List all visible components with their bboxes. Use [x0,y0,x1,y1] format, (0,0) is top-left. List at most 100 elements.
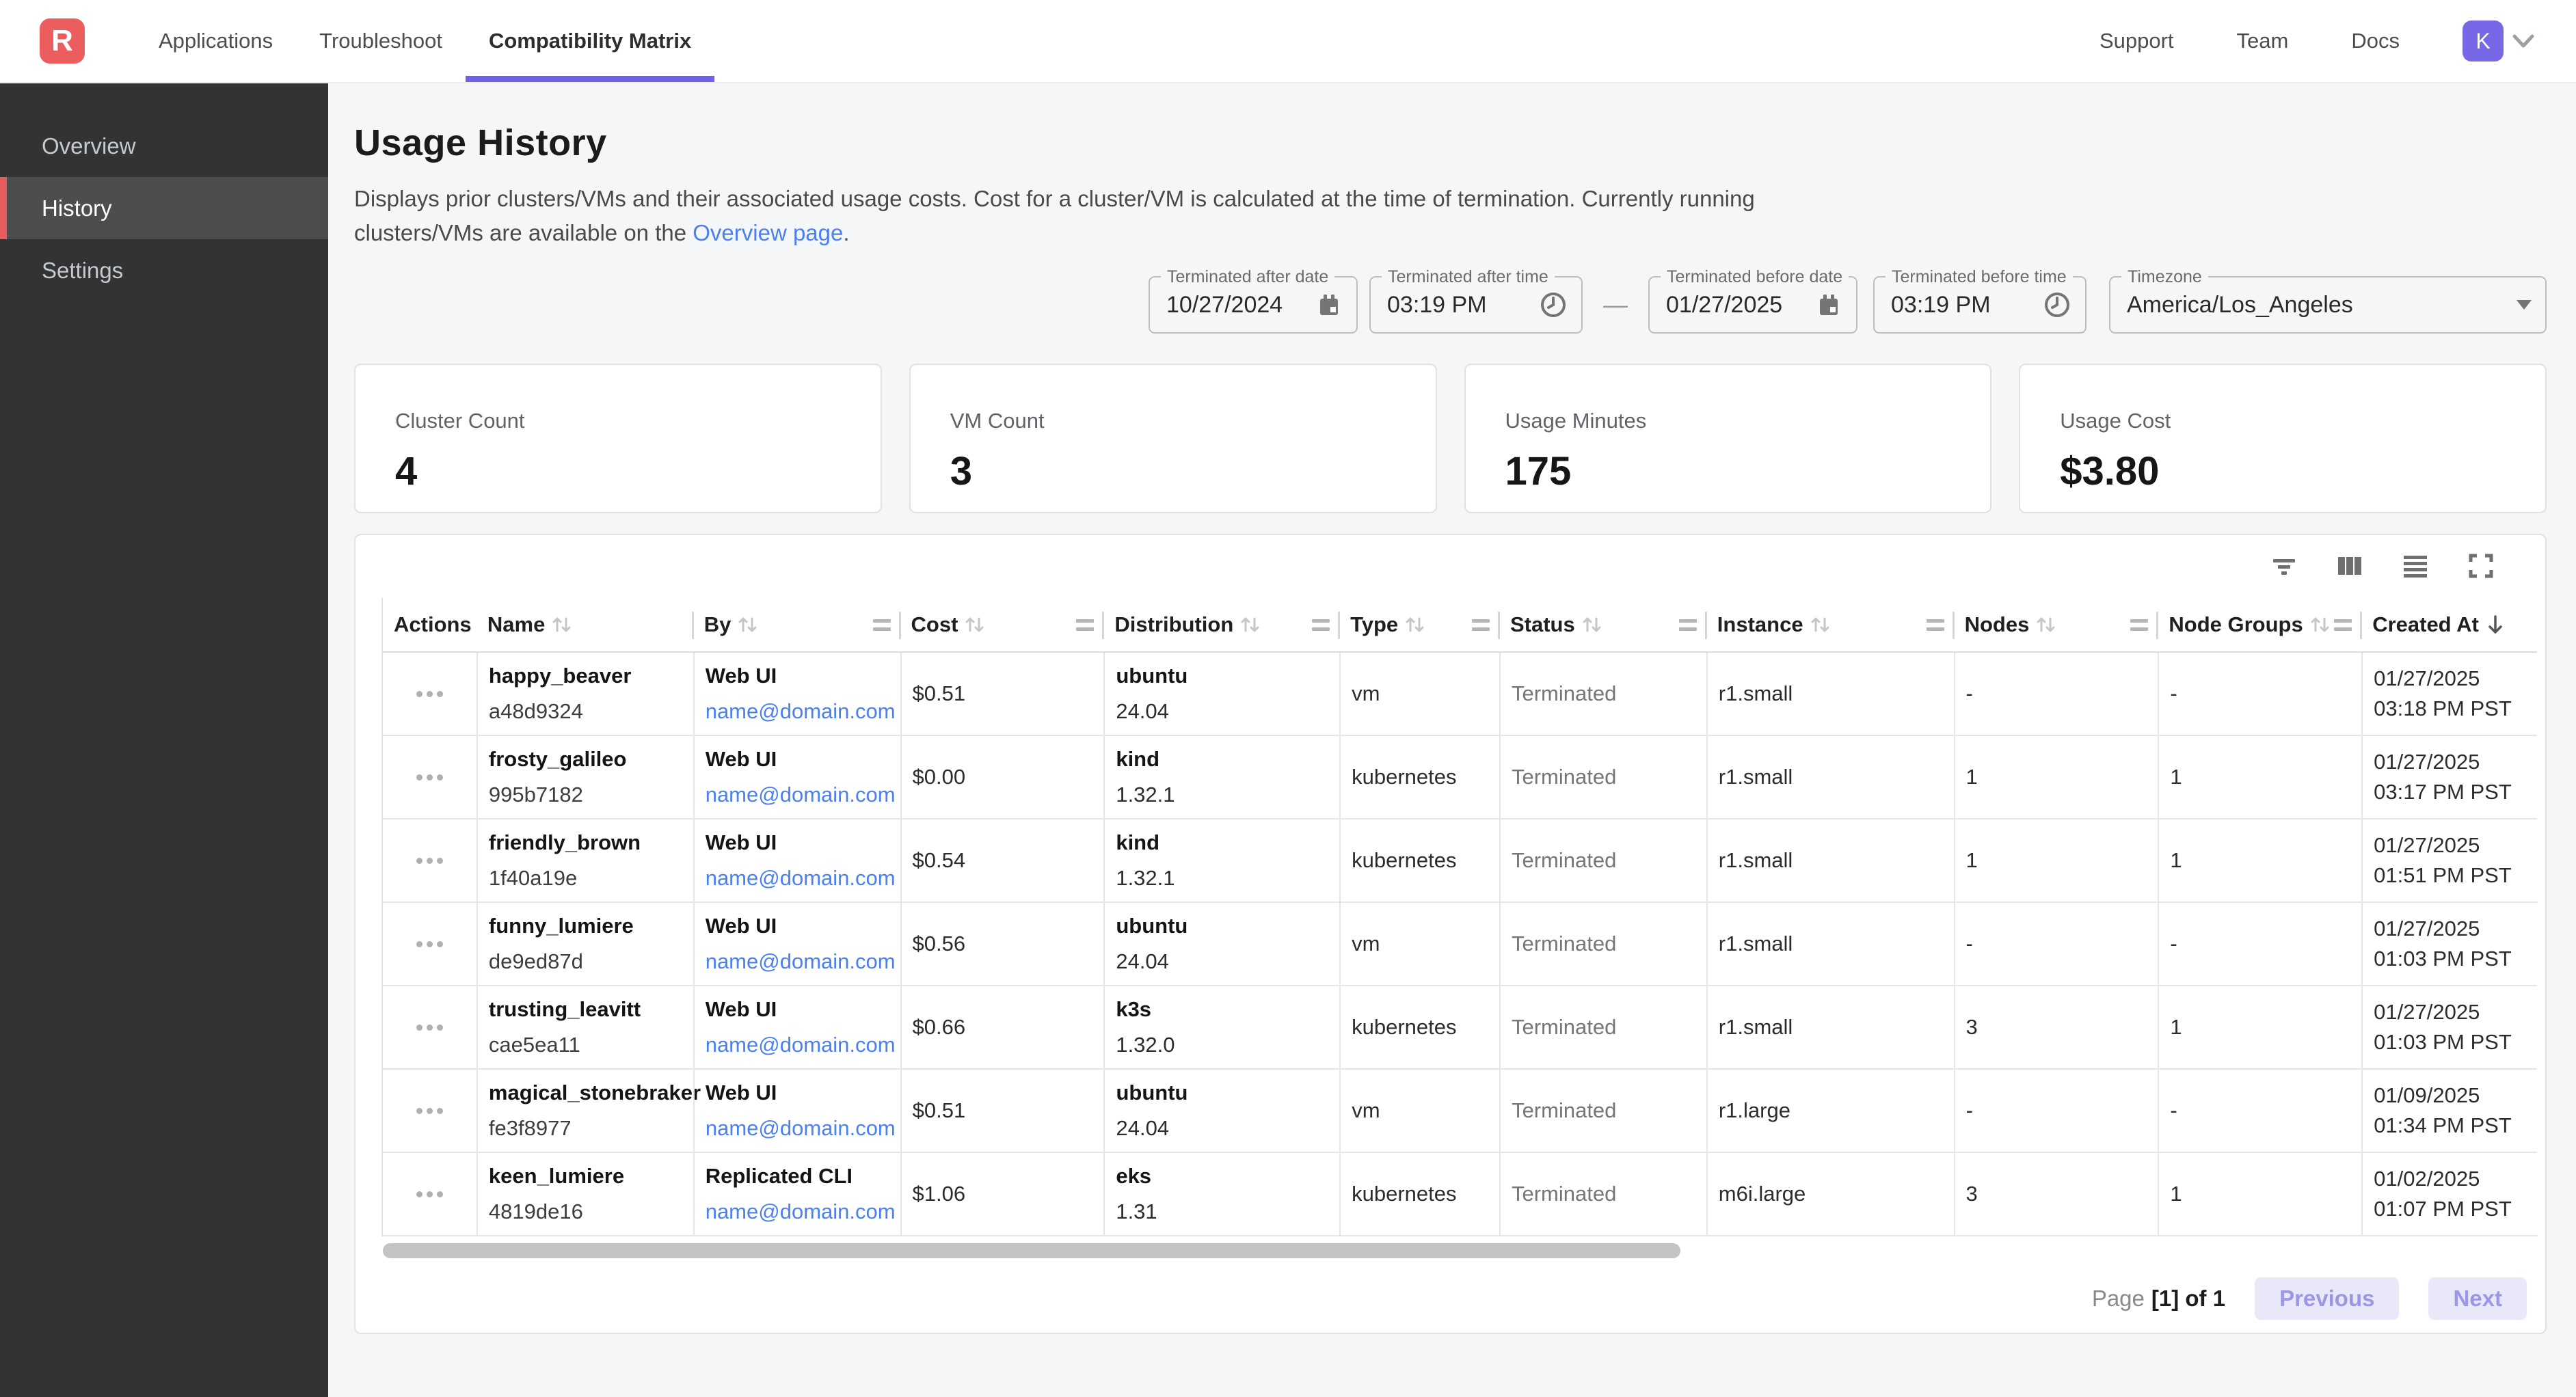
filter-timezone-select[interactable]: Timezone America/Los_Angeles [2109,276,2547,334]
calendar-icon[interactable] [1302,291,1343,318]
row-actions-button[interactable] [416,691,443,697]
column-menu-icon[interactable] [2334,619,2352,631]
nodes-value: 3 [1966,1182,2158,1206]
nodes-value: - [1966,1098,2158,1123]
filter-button[interactable] [2266,548,2302,586]
sidebar-item-history[interactable]: History [0,177,328,239]
column-header-nodes[interactable]: Nodes [1954,598,2158,651]
user-email-link[interactable]: name@domain.com [706,1199,900,1224]
main-content: Usage History Displays prior clusters/VM… [328,83,2576,1397]
cluster-id: 4819de16 [489,1199,693,1224]
row-actions-button[interactable] [416,774,443,781]
calendar-icon[interactable] [1801,291,1842,318]
row-actions-button[interactable] [416,941,443,947]
column-header-status[interactable]: Status [1499,598,1706,651]
column-header-distribution[interactable]: Distribution [1103,598,1339,651]
columns-button[interactable] [2332,548,2367,586]
column-menu-icon[interactable] [1076,619,1094,631]
user-email-link[interactable]: name@domain.com [706,866,900,891]
nodes-value: - [1966,932,2158,956]
filter-terminated-before-time[interactable]: Terminated before time 03:19 PM [1873,276,2087,334]
column-menu-icon[interactable] [1679,619,1697,631]
sidebar-nav: Overview History Settings [0,83,328,1397]
overview-page-link[interactable]: Overview page [693,220,843,245]
fullscreen-button[interactable] [2463,548,2499,586]
column-menu-icon[interactable] [1927,619,1944,631]
column-header-name[interactable]: Name [477,598,693,651]
column-menu-icon[interactable] [1312,619,1330,631]
field-value: 03:19 PM [1891,292,1991,318]
column-separator [1498,612,1500,639]
field-label: Terminated before time [1886,267,2073,287]
row-actions-button[interactable] [416,1108,443,1114]
column-menu-icon[interactable] [1472,619,1490,631]
sort-icon[interactable] [736,612,758,637]
type-value: vm [1352,932,1499,956]
nav-tab-applications[interactable]: Applications [135,0,296,82]
sort-icon[interactable] [963,612,985,637]
sort-icon[interactable] [1581,612,1602,637]
column-header-cost[interactable]: Cost [900,598,1104,651]
nav-link-support[interactable]: Support [2099,29,2174,53]
column-separator [1953,612,1955,639]
row-actions-button[interactable] [416,858,443,864]
previous-page-button[interactable]: Previous [2255,1277,2399,1320]
sort-icon[interactable] [2309,612,2331,637]
distribution-name: ubuntu [1116,914,1339,938]
column-menu-icon[interactable] [873,619,891,631]
distribution-name: kind [1116,747,1339,772]
status-badge: Terminated [1512,1015,1706,1040]
column-menu-icon[interactable] [2130,619,2148,631]
created-time: 01:51 PM PST [2374,860,2537,891]
column-header-created_at[interactable]: Created At [2361,598,2537,651]
user-avatar[interactable]: K [2463,21,2504,62]
stat-label: Cluster Count [395,409,881,433]
sort-icon[interactable] [550,612,572,637]
stat-value: 3 [950,448,1436,494]
row-actions-button[interactable] [416,1191,443,1197]
horizontal-scrollbar[interactable] [383,1243,1680,1258]
top-navigation-bar: R Applications Troubleshoot Compatibilit… [0,0,2576,83]
row-actions-button[interactable] [416,1025,443,1031]
user-email-link[interactable]: name@domain.com [706,949,900,974]
column-header-instance[interactable]: Instance [1706,598,1954,651]
nav-tab-compatibility-matrix[interactable]: Compatibility Matrix [466,0,714,82]
user-email-link[interactable]: name@domain.com [706,783,900,807]
page-description: Displays prior clusters/VMs and their as… [354,182,2547,250]
created-time: 03:18 PM PST [2374,694,2537,724]
column-label: Actions [394,612,472,637]
density-button[interactable] [2398,548,2433,586]
next-page-button[interactable]: Next [2428,1277,2527,1320]
filter-terminated-after-time[interactable]: Terminated after time 03:19 PM [1369,276,1583,334]
type-value: vm [1352,681,1499,706]
chevron-down-icon[interactable] [2512,32,2535,50]
nav-link-docs[interactable]: Docs [2351,29,2400,53]
clock-icon[interactable] [2029,290,2071,319]
sort-icon[interactable] [1239,612,1261,637]
cost-value: $0.51 [913,681,1104,706]
sort-icon[interactable] [1404,612,1425,637]
created-time: 01:07 PM PST [2374,1194,2537,1224]
user-email-link[interactable]: name@domain.com [706,699,900,724]
sort-icon[interactable] [1809,612,1831,637]
column-header-actions[interactable]: Actions [383,598,477,651]
column-header-node_groups[interactable]: Node Groups [2158,598,2361,651]
filter-terminated-before-date[interactable]: Terminated before date 01/27/2025 [1648,276,1857,334]
user-email-link[interactable]: name@domain.com [706,1116,900,1141]
dropdown-arrow-icon[interactable] [2503,300,2532,310]
primary-nav: Applications Troubleshoot Compatibility … [135,0,714,82]
replicated-logo[interactable]: R [40,18,85,64]
sort-desc-icon[interactable] [2486,612,2505,637]
sidebar-item-overview[interactable]: Overview [0,115,328,177]
cluster-id: fe3f8977 [489,1116,693,1141]
sidebar-item-settings[interactable]: Settings [0,239,328,301]
cluster-name: funny_lumiere [489,914,693,938]
clock-icon[interactable] [1525,290,1568,319]
filter-terminated-after-date[interactable]: Terminated after date 10/27/2024 [1149,276,1358,334]
column-header-type[interactable]: Type [1339,598,1499,651]
sort-icon[interactable] [2035,612,2056,637]
user-email-link[interactable]: name@domain.com [706,1033,900,1057]
nav-link-team[interactable]: Team [2237,29,2289,53]
nav-tab-troubleshoot[interactable]: Troubleshoot [296,0,466,82]
column-header-by[interactable]: By [693,598,900,651]
